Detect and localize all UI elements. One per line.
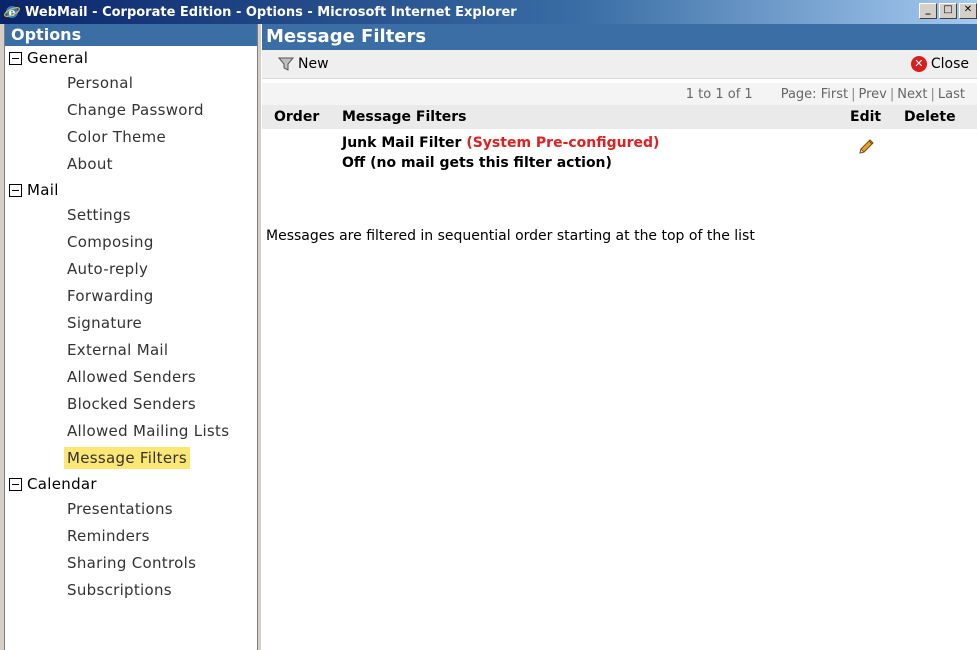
pager-prev-link[interactable]: Prev bbox=[858, 87, 886, 102]
sidebar-item-allowed-senders[interactable]: Allowed Senders bbox=[5, 364, 258, 391]
tree-group-general[interactable]: General bbox=[5, 46, 258, 70]
sidebar-item-composing[interactable]: Composing bbox=[5, 229, 258, 256]
tree-group-label: Calendar bbox=[27, 475, 97, 493]
sidebar-item-color-theme[interactable]: Color Theme bbox=[5, 124, 258, 151]
page-label: Page: bbox=[780, 86, 817, 102]
filter-name: Junk Mail Filter bbox=[342, 135, 462, 151]
pager: 1 to 1 of 1 Page: First | Prev | Next | Las… bbox=[262, 83, 977, 105]
new-filter-button[interactable]: New bbox=[278, 56, 329, 72]
sidebar-item-sharing-controls[interactable]: Sharing Controls bbox=[5, 550, 258, 577]
table-header: Order Message Filters Edit Delete bbox=[262, 105, 977, 129]
maximize-button[interactable]: □ bbox=[939, 3, 957, 19]
page-title: Message Filters bbox=[262, 24, 977, 50]
table-row: Junk Mail Filter (System Pre-configured)… bbox=[262, 129, 977, 175]
new-label: New bbox=[298, 56, 329, 72]
toolbar: New ✕ Close bbox=[262, 50, 977, 79]
pager-first-link[interactable]: First bbox=[821, 87, 848, 102]
sidebar-item-signature[interactable]: Signature bbox=[5, 310, 258, 337]
column-message-filters: Message Filters bbox=[342, 109, 467, 125]
sidebar-item-about[interactable]: About bbox=[5, 151, 258, 178]
pencil-icon[interactable] bbox=[857, 138, 875, 156]
filter-tag: (System Pre-configured) bbox=[466, 135, 660, 151]
close-window-button[interactable]: ✕ bbox=[959, 3, 977, 19]
result-range: 1 to 1 of 1 bbox=[685, 86, 753, 102]
minimize-button[interactable]: _ bbox=[919, 3, 937, 19]
close-circle-icon: ✕ bbox=[910, 56, 927, 72]
sidebar-item-presentations[interactable]: Presentations bbox=[5, 496, 258, 523]
ie-icon: e bbox=[4, 6, 20, 19]
sidebar-item-allowed-mailing-lists[interactable]: Allowed Mailing Lists bbox=[5, 418, 258, 445]
sidebar-item-external-mail[interactable]: External Mail bbox=[5, 337, 258, 364]
pager-next-link[interactable]: Next bbox=[897, 87, 927, 102]
filter-order-note: Messages are filtered in sequential orde… bbox=[266, 228, 755, 244]
sidebar-item-message-filters[interactable]: Message Filters bbox=[5, 445, 258, 472]
column-edit: Edit bbox=[850, 109, 882, 125]
title-bar: e WebMail - Corporate Edition - Options … bbox=[0, 0, 977, 24]
sidebar-item-blocked-senders[interactable]: Blocked Senders bbox=[5, 391, 258, 418]
sidebar-item-personal[interactable]: Personal bbox=[5, 70, 258, 97]
browser-window: e WebMail - Corporate Edition - Options … bbox=[0, 0, 977, 650]
collapse-icon[interactable] bbox=[9, 183, 22, 197]
sidebar-item-auto-reply[interactable]: Auto-reply bbox=[5, 256, 258, 283]
tree-group-label: General bbox=[27, 49, 89, 67]
collapse-icon[interactable] bbox=[9, 51, 22, 65]
sidebar-item-settings[interactable]: Settings bbox=[5, 202, 258, 229]
sidebar-item-forwarding[interactable]: Forwarding bbox=[5, 283, 258, 310]
main-panel: Message Filters New ✕ Close 1 to 1 of 1 … bbox=[262, 24, 977, 650]
sidebar-item-reminders[interactable]: Reminders bbox=[5, 523, 258, 550]
funnel-icon bbox=[278, 57, 294, 71]
column-delete: Delete bbox=[904, 109, 956, 125]
filter-status: Off (no mail gets this filter action) bbox=[342, 155, 612, 171]
sidebar-header: Options bbox=[5, 24, 258, 46]
filter-name-line: Junk Mail Filter (System Pre-configured) bbox=[342, 135, 659, 151]
tree-group-calendar[interactable]: Calendar bbox=[5, 472, 258, 496]
pager-last-link[interactable]: Last bbox=[938, 87, 965, 102]
collapse-icon[interactable] bbox=[9, 477, 22, 491]
tree-group-label: Mail bbox=[27, 181, 59, 199]
close-button[interactable]: ✕ Close bbox=[910, 56, 969, 72]
options-sidebar: Options General Personal Change Password… bbox=[4, 24, 258, 650]
window-controls: _ □ ✕ bbox=[917, 3, 977, 19]
close-label: Close bbox=[930, 56, 969, 72]
sidebar-item-subscriptions[interactable]: Subscriptions bbox=[5, 577, 258, 604]
sidebar-item-change-password[interactable]: Change Password bbox=[5, 97, 258, 124]
column-order: Order bbox=[274, 109, 320, 125]
window-title: WebMail - Corporate Edition - Options - … bbox=[25, 4, 517, 20]
tree-group-mail[interactable]: Mail bbox=[5, 178, 258, 202]
